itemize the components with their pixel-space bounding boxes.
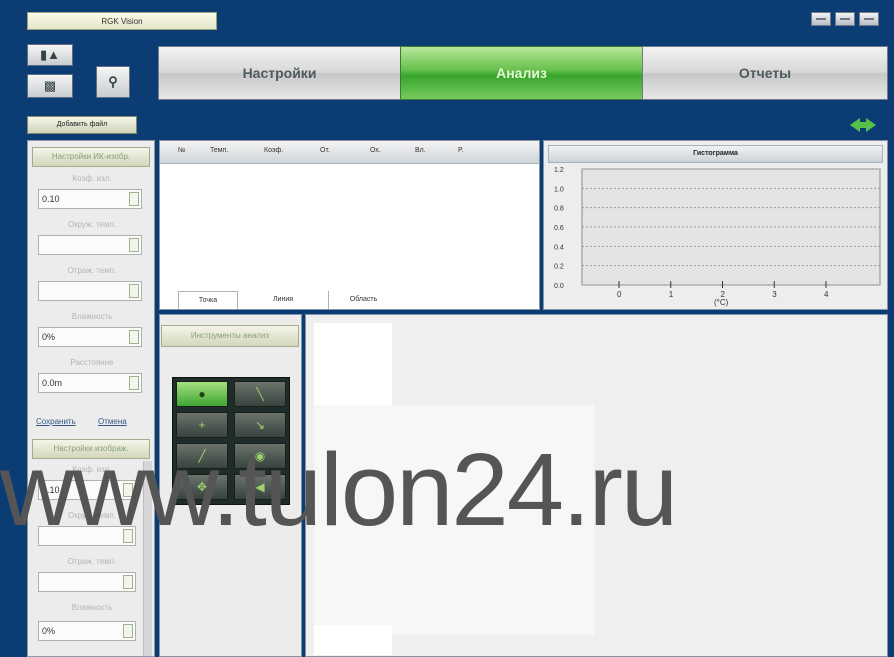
reflected-temp-field[interactable] [38,281,142,301]
x-tick-label: 1 [669,290,674,299]
humidity2-label: Влажность [71,603,113,612]
y-tick-label: 1.0 [554,186,564,193]
settings-panel: Настройки ИК-изобр. Коэф. изл. 0.10 Окру… [27,140,155,657]
image-placeholder [314,625,392,655]
column-header[interactable]: Р. [458,147,463,154]
ambient-temp-stepper[interactable] [129,238,139,252]
ir-settings-header[interactable]: Настройки ИК-изобр. [32,147,150,167]
camera-icon: ▮▲ [39,47,61,62]
image-placeholder [314,323,392,413]
y-tick-label: 0.6 [554,225,564,232]
y-tick-label: 0.8 [554,206,564,213]
tab-line[interactable]: Линия [248,291,318,309]
line-tool-icon[interactable]: ╲ [234,381,286,407]
x-tick-label: 3 [772,290,777,299]
humidity2-field[interactable]: 0% [38,621,136,641]
ambient-temp-field[interactable] [38,235,142,255]
humidity-label: Влажность [71,312,113,321]
histogram-chart: 1.21.00.80.60.40.20.00 1 2 3 4(°C) [554,167,881,307]
distance-stepper[interactable] [129,376,139,390]
humidity2-stepper[interactable] [123,624,133,638]
tools-header[interactable]: Инструменты анализ [161,325,299,347]
measurements-table: № Темп. Коэф. От. Ох. Вл. Р. Точка Линия… [159,140,540,310]
humidity-stepper[interactable] [129,330,139,344]
watermark-text: www.tulon24.ru [0,432,678,547]
emissivity-field[interactable]: 0.10 [38,189,142,209]
tab-point[interactable]: Точка [178,291,238,309]
distance-label: Расстояние [70,358,114,367]
x-tick-label: 4 [824,290,829,299]
column-header[interactable]: Темп. [210,147,228,154]
y-tick-label: 0.4 [554,244,564,251]
tab-settings[interactable]: Настройки [158,46,401,100]
tab-reports[interactable]: Отчеты [642,46,888,100]
reflected-temp-label: Отраж. темп. [67,266,117,275]
camera-button[interactable]: ▮▲ [27,44,73,66]
distance-field[interactable]: 0.0m [38,373,142,393]
tab-area[interactable]: Область [328,291,398,309]
distance-value: 0.0m [42,378,63,388]
point-tool-icon[interactable]: ● [176,381,228,407]
reflected-temp2-label: Отраж. темп. [67,557,117,566]
humidity-field[interactable]: 0% [38,327,142,347]
x-tick-label: 0 [617,290,622,299]
x-axis-unit: (°C) [714,298,729,307]
table-header: № Темп. Коэф. От. Ох. Вл. Р. [160,141,539,164]
app-window: RGK Vision ▮▲ ▩ ⚲ Настройки Анализ Отчет… [0,0,894,657]
emissivity-stepper[interactable] [129,192,139,206]
printer-icon: ▩ [43,78,57,93]
emissivity-label: Коэф. изл. [72,174,112,183]
nav-arrows-icon[interactable] [848,116,878,134]
reflected-temp2-field[interactable] [38,572,136,592]
histogram-panel: Гистограмма 1.2 1.0 0.8 0.6 0.4 0.2 0.0 0 1 2 3 4 (°… [543,140,888,310]
humidity2-value: 0% [42,626,56,636]
minimize-icon[interactable] [811,12,831,26]
zoom-button[interactable]: ⚲ [96,66,130,98]
print-button[interactable]: ▩ [27,74,73,98]
column-header[interactable]: Коэф. [264,147,283,154]
search-zoom-icon: ⚲ [108,74,118,89]
save-link[interactable]: Сохранить [36,417,76,426]
y-tick-label: 1.2 [554,167,564,174]
reflected-temp2-stepper[interactable] [123,575,133,589]
maximize-icon[interactable] [835,12,855,26]
column-header[interactable]: Ох. [370,147,381,154]
column-header[interactable]: От. [320,147,330,154]
cancel-link[interactable]: Отмена [98,417,127,426]
column-header[interactable]: Вл. [415,147,426,154]
y-tick-label: 0.2 [554,264,564,271]
ambient-temp-label: Окруж. темп. [67,220,117,229]
humidity-value: 0% [42,332,56,342]
add-file-button[interactable]: Добавить файл [27,116,137,134]
y-tick-label: 0.0 [554,283,564,290]
column-header[interactable]: № [178,147,186,154]
close-icon[interactable] [859,12,879,26]
window-title: RGK Vision [27,12,217,30]
reflected-temp-stepper[interactable] [129,284,139,298]
tab-analysis[interactable]: Анализ [400,46,643,100]
emissivity-value: 0.10 [42,194,60,204]
